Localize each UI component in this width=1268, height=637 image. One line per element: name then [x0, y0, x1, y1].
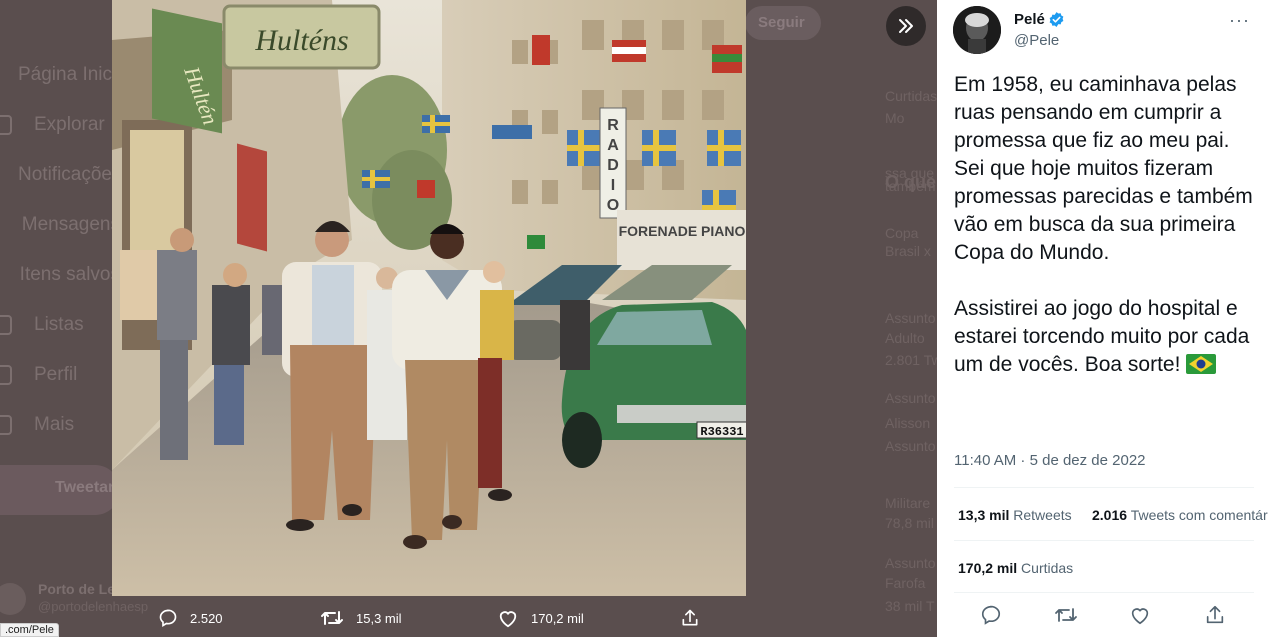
quotes-stat[interactable]: 2.016 Tweets com comentário [1092, 507, 1268, 523]
like-count: 170,2 mil [531, 610, 584, 626]
hultens-sign-text: Hulténs [254, 24, 348, 57]
collapse-panel-button[interactable] [886, 6, 926, 46]
heart-icon [499, 611, 517, 628]
avatar[interactable] [953, 6, 1001, 54]
more-horizontal-icon: ··· [1229, 10, 1250, 30]
nav-item-more[interactable]: Mais [0, 400, 120, 450]
divider [954, 592, 1254, 593]
trend-text-fragment: Assunto [885, 555, 936, 571]
more-circle-icon [0, 415, 12, 435]
share-action[interactable] [680, 608, 712, 628]
trend-text-fragment: Assunto [885, 438, 936, 454]
sidebar-nav: Página Inicial Explorar Notificações Men… [0, 50, 131, 450]
share-icon [682, 609, 698, 626]
author-name-row[interactable]: Pelé [1014, 11, 1065, 28]
status-url: .com/Pele [0, 623, 59, 637]
radio-sign-letter: I [611, 177, 615, 194]
list-icon [0, 315, 12, 335]
tweet-photo[interactable]: Hulténs Hultén R A D I O FORENADE PIANO … [112, 0, 746, 596]
divider [954, 540, 1254, 541]
tweet-text-content: Em 1958, eu caminhava pelas ruas pensand… [954, 73, 1253, 376]
tweet-detail-panel: Pelé @Pele ··· Em 1958, eu caminhava pel… [937, 0, 1268, 637]
tweet-action-bar [954, 604, 1254, 630]
retweets-count: 13,3 mil [958, 507, 1010, 523]
author-handle[interactable]: @Pele [1014, 32, 1059, 49]
person-icon [0, 365, 12, 385]
share-button[interactable] [1204, 604, 1226, 631]
trend-text-fragment: Copa [885, 225, 919, 241]
trend-text-fragment: Curtidas [885, 88, 937, 104]
nav-item-profile[interactable]: Perfil [0, 350, 120, 400]
brazil-flag-icon [1186, 354, 1217, 374]
street-photo-illustration: Hulténs Hultén R A D I O FORENADE PIANO … [112, 0, 746, 596]
nav-item-lists[interactable]: Listas [0, 300, 120, 350]
heart-icon [1131, 608, 1149, 625]
trend-text-fragment: Mo [885, 110, 905, 126]
reply-icon [981, 605, 1001, 625]
nav-item-explore[interactable]: Explorar [0, 100, 120, 150]
nav-item-home[interactable]: Página Inicial [0, 50, 131, 100]
trend-text-fragment: 38 mil T [885, 598, 935, 614]
retweet-button[interactable] [1054, 604, 1078, 631]
hashtag-icon [0, 115, 12, 135]
reply-icon [159, 609, 177, 627]
double-chevron-right-icon [899, 19, 913, 33]
retweet-action[interactable]: 15,3 mil [320, 608, 402, 628]
trend-text-fragment: Alisson [885, 415, 931, 431]
author-name[interactable]: Pelé [1014, 11, 1045, 28]
trends-sidebar: Curtidas Mo ssa que também O que Copa Brasil x… [885, 0, 937, 637]
trend-text-fragment: Farofa [885, 575, 926, 591]
radio-sign-text: R [607, 117, 619, 134]
tweet-timestamp[interactable]: 11:40 AM · 5 de dez de 2022 [954, 452, 1146, 469]
likes-count: 170,2 mil [958, 560, 1018, 576]
divider [954, 487, 1254, 488]
like-button[interactable] [1129, 604, 1151, 631]
tweet-text: Em 1958, eu caminhava pelas ruas pensand… [954, 71, 1260, 379]
more-options-button[interactable]: ··· [1229, 10, 1250, 31]
trend-text-fragment: 2.801 Tw [885, 352, 937, 368]
quotes-label: Tweets com comentário [1130, 507, 1268, 523]
retweet-icon [1055, 608, 1077, 622]
follow-button[interactable]: Seguir [745, 6, 821, 40]
account-switcher[interactable]: Porto de Lenha @portodelenhaesp [0, 575, 148, 625]
pele-avatar-image [953, 6, 1001, 54]
likes-stat[interactable]: 170,2 mil Curtidas [958, 560, 1073, 576]
quotes-count: 2.016 [1092, 507, 1128, 523]
retweets-label: Retweets [1013, 507, 1072, 523]
retweet-count: 15,3 mil [356, 610, 402, 626]
reply-button[interactable] [980, 604, 1002, 631]
trend-text-fragment: O que [885, 172, 937, 192]
retweet-icon [321, 611, 343, 625]
trend-text-fragment: Assunto [885, 390, 936, 406]
store-sign-text: FORENADE PIANO [619, 223, 746, 239]
tweet-compose-button[interactable]: Tweetar [0, 465, 120, 515]
trend-text-fragment: 78,8 mil [885, 515, 935, 531]
image-action-bar: 2.520 15,3 mil 170,2 mil [112, 600, 746, 637]
trend-text-fragment: Brasil x [885, 243, 931, 259]
retweets-stat[interactable]: 13,3 mil Retweets [958, 507, 1072, 523]
license-plate-text: R36331 [700, 425, 743, 439]
reply-count: 2.520 [190, 610, 223, 626]
likes-label: Curtidas [1021, 560, 1074, 576]
avatar [0, 583, 26, 615]
radio-sign-letter: A [607, 137, 619, 154]
verified-badge-icon [1049, 12, 1064, 27]
reply-action[interactable]: 2.520 [158, 608, 223, 628]
share-icon [1206, 605, 1224, 624]
trend-text-fragment: Adulto [885, 330, 925, 346]
like-action[interactable]: 170,2 mil [497, 608, 584, 628]
nav-item-messages[interactable]: Mensagens [0, 200, 120, 250]
trend-text-fragment: Assunto [885, 310, 936, 326]
nav-item-bookmarks[interactable]: Itens salvos [0, 250, 120, 300]
radio-sign-letter: D [607, 157, 619, 174]
nav-item-notifications[interactable]: Notificações [0, 150, 122, 200]
trend-text-fragment: Militare [885, 495, 931, 511]
